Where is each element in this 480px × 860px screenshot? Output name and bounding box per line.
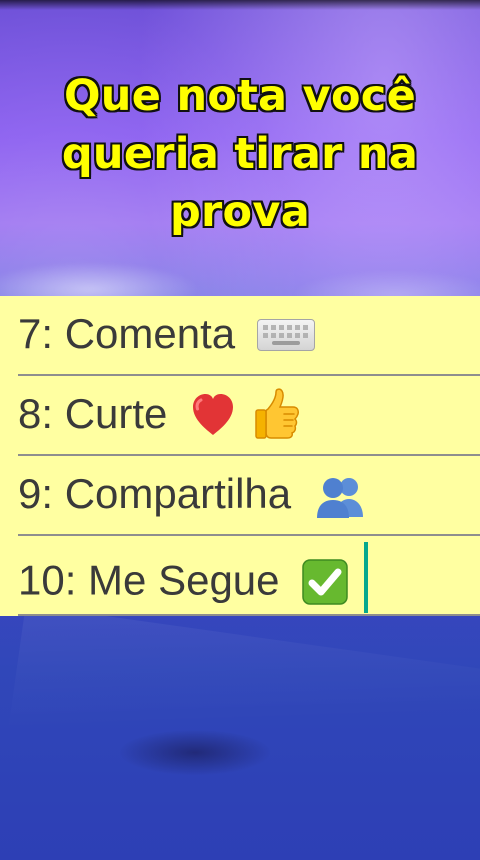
thumbs-up-icon xyxy=(253,388,301,440)
list-item-text: 8: Curte xyxy=(18,388,301,443)
top-shade xyxy=(0,0,480,10)
list-item-9: 9: Compartilha xyxy=(18,456,480,536)
page-title: Que nota você queria tirar na prova xyxy=(0,67,480,241)
keyboard-icon xyxy=(256,318,315,351)
row-divider xyxy=(18,614,480,616)
list-item-text: 9: Compartilha xyxy=(18,468,367,520)
people-icon xyxy=(313,475,367,519)
list-item-text: 7: Comenta xyxy=(18,308,315,360)
list-item-10: 10: Me Segue xyxy=(18,536,480,616)
lower-shadow-spot xyxy=(120,730,270,775)
list-item-7: 7: Comenta xyxy=(18,296,480,376)
text-cursor xyxy=(363,542,368,613)
lower-light-streak xyxy=(0,604,480,860)
check-mark-icon xyxy=(301,558,349,606)
title-line-3: prova xyxy=(169,187,311,237)
list-item-label: 10: Me Segue xyxy=(18,556,280,604)
heart-icon xyxy=(189,392,237,437)
list-item-label: 9: Compartilha xyxy=(18,470,292,517)
list-item-text: 10: Me Segue xyxy=(18,542,368,619)
video-frame: Que nota você queria tirar na prova 7: C… xyxy=(0,0,480,860)
list-item-label: 7: Comenta xyxy=(18,310,236,357)
list-item-label: 8: Curte xyxy=(18,390,168,437)
list-item-8: 8: Curte xyxy=(18,376,480,456)
title-line-2: queria tirar na xyxy=(61,129,419,179)
title-line-1: Que nota você xyxy=(63,71,417,121)
choices-panel: 7: Comenta 8: Curte 9: Compartilha 10: M… xyxy=(0,296,480,616)
